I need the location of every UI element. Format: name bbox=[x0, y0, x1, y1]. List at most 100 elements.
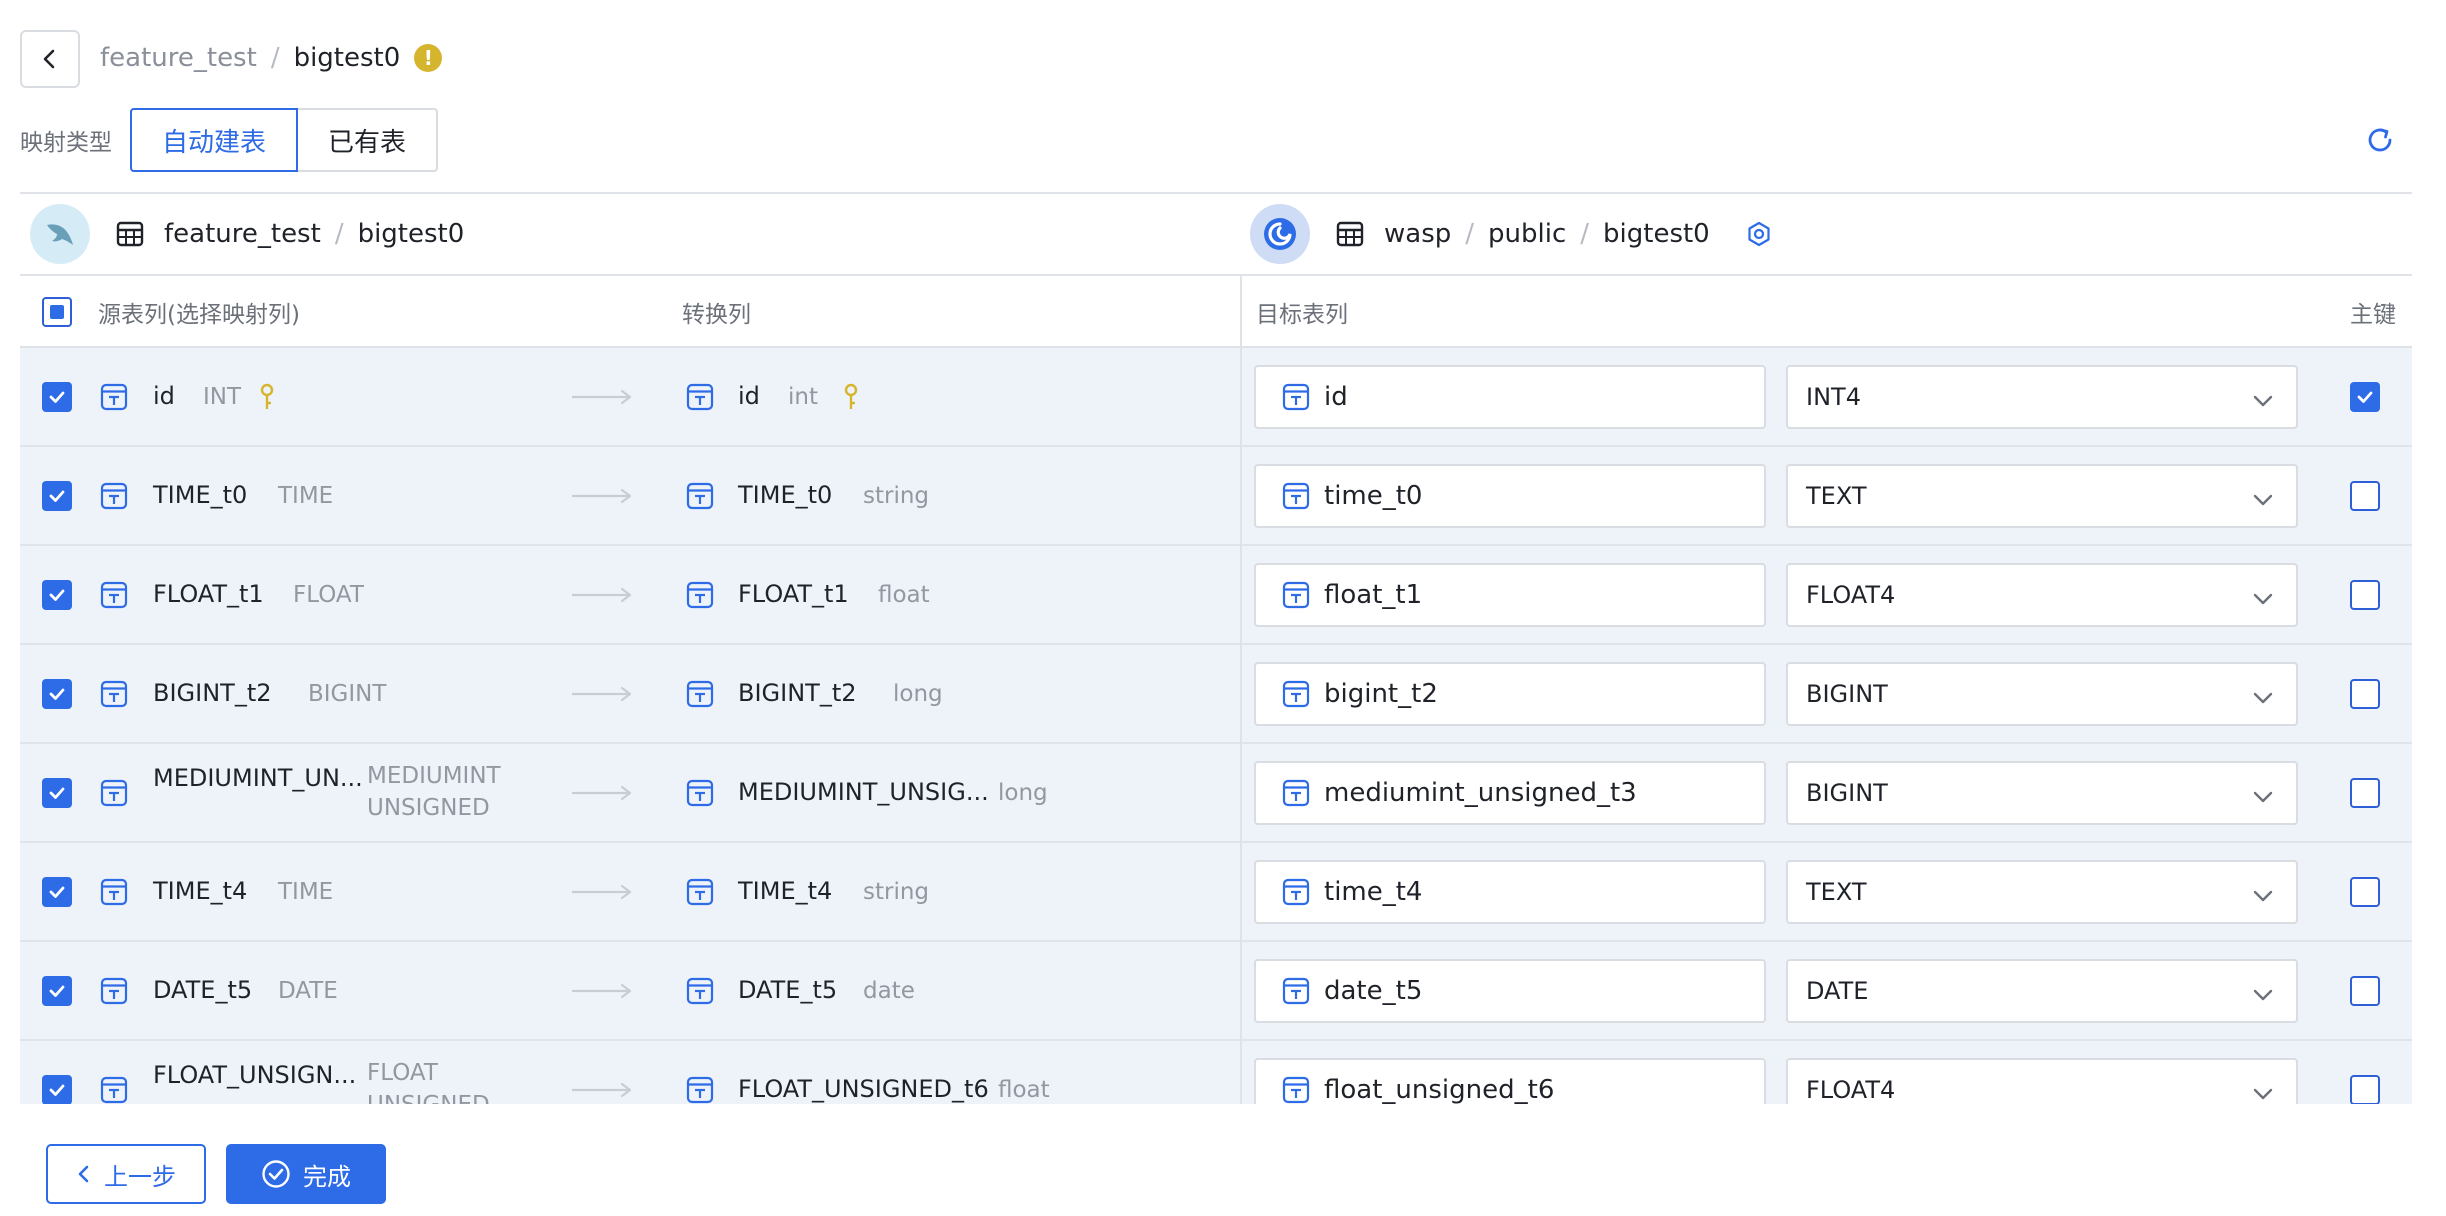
primary-key-checkbox[interactable] bbox=[2350, 778, 2380, 808]
chevron-down-icon bbox=[2253, 494, 2273, 506]
target-column-name-value: float_t1 bbox=[1324, 580, 1423, 610]
target-column-type-select[interactable]: FLOAT4 bbox=[1786, 1058, 2298, 1104]
row-select-checkbox[interactable] bbox=[42, 481, 72, 511]
mapping-type-selector: 自动建表 已有表 bbox=[130, 108, 439, 172]
transform-column-name: FLOAT_UNSIGNED_t6 bbox=[738, 1075, 989, 1103]
back-button[interactable] bbox=[20, 30, 80, 88]
column-header-row: 源表列(选择映射列) 转换列 目标表列 主键 bbox=[20, 276, 2412, 348]
source-column-type: FLOAT bbox=[293, 582, 364, 608]
transform-column-name: MEDIUMINT_UNSIG... bbox=[738, 778, 989, 806]
chevron-down-icon bbox=[2253, 692, 2273, 704]
field-icon bbox=[1282, 680, 1310, 708]
chevron-down-icon bbox=[2252, 1082, 2274, 1104]
target-column-type-select[interactable]: FLOAT4 bbox=[1786, 563, 2298, 627]
mapping-row: FLOAT_t1 FLOAT FLOAT_t1 float float_t1 FLOAT4 bbox=[20, 546, 2412, 645]
transform-column-type: float bbox=[998, 1077, 1050, 1103]
target-column-type-select[interactable]: TEXT bbox=[1786, 464, 2298, 528]
check-icon bbox=[49, 985, 65, 997]
transform-column-type: float bbox=[878, 582, 930, 608]
arrow-right-icon bbox=[572, 686, 632, 702]
previous-step-button[interactable]: 上一步 bbox=[46, 1144, 206, 1204]
target-column-name-input[interactable]: mediumint_unsigned_t3 bbox=[1254, 761, 1766, 825]
source-column-type: TIME bbox=[278, 483, 334, 509]
check-icon bbox=[2357, 391, 2373, 403]
breadcrumb-database[interactable]: feature_test bbox=[100, 43, 257, 73]
select-all-checkbox[interactable] bbox=[42, 297, 72, 327]
row-select-checkbox[interactable] bbox=[42, 580, 72, 610]
settings-icon[interactable] bbox=[1746, 221, 1772, 247]
row-select-checkbox[interactable] bbox=[42, 382, 72, 412]
source-column-type: INT bbox=[203, 384, 242, 410]
transform-column-name: TIME_t0 bbox=[738, 481, 833, 509]
target-column-type-value: DATE bbox=[1806, 977, 1869, 1005]
primary-key-checkbox[interactable] bbox=[2350, 382, 2380, 412]
primary-key-checkbox[interactable] bbox=[2350, 679, 2380, 709]
field-icon bbox=[686, 680, 714, 708]
field-icon bbox=[1282, 878, 1310, 906]
transform-column-type: int bbox=[788, 384, 818, 410]
source-column-type: BIGINT bbox=[308, 681, 387, 707]
chevron-down-icon bbox=[2252, 389, 2274, 417]
source-column-type: TIME bbox=[278, 879, 334, 905]
target-column-type-select[interactable]: BIGINT bbox=[1786, 761, 2298, 825]
target-column-name-value: float_unsigned_t6 bbox=[1324, 1075, 1555, 1104]
source-field-icon bbox=[100, 779, 128, 807]
field-icon bbox=[1282, 680, 1310, 708]
row-select-checkbox[interactable] bbox=[42, 877, 72, 907]
target-column-name-input[interactable]: id bbox=[1254, 365, 1766, 429]
target-column-name-input[interactable]: time_t0 bbox=[1254, 464, 1766, 528]
chevron-down-icon bbox=[2253, 791, 2273, 803]
chevron-down-icon bbox=[2252, 587, 2274, 615]
source-column-name: FLOAT_t1 bbox=[153, 580, 264, 608]
target-column-type-select[interactable]: DATE bbox=[1786, 959, 2298, 1023]
mapping-arrow-icon bbox=[570, 1082, 634, 1102]
primary-key-checkbox[interactable] bbox=[2350, 1075, 2380, 1104]
target-column-name-input[interactable]: time_t4 bbox=[1254, 860, 1766, 924]
field-icon bbox=[1282, 383, 1310, 411]
field-icon bbox=[686, 977, 714, 1005]
refresh-button[interactable] bbox=[2362, 122, 2398, 158]
target-column-type-select[interactable]: INT4 bbox=[1786, 365, 2298, 429]
target-column-type-select[interactable]: BIGINT bbox=[1786, 662, 2298, 726]
field-icon bbox=[1282, 482, 1310, 510]
primary-key-checkbox[interactable] bbox=[2350, 877, 2380, 907]
primary-key-checkbox[interactable] bbox=[2350, 976, 2380, 1006]
row-select-checkbox[interactable] bbox=[42, 1075, 72, 1104]
target-column-name-input[interactable]: float_t1 bbox=[1254, 563, 1766, 627]
target-column-type-value: BIGINT bbox=[1806, 680, 1888, 708]
existing-table-button[interactable]: 已有表 bbox=[298, 108, 439, 172]
field-icon bbox=[686, 878, 714, 906]
target-column-type-value: TEXT bbox=[1806, 878, 1867, 906]
source-column-type: FLOAT bbox=[367, 1060, 438, 1086]
target-column-name-input[interactable]: float_unsigned_t6 bbox=[1254, 1058, 1766, 1104]
field-icon bbox=[100, 878, 128, 906]
warning-icon[interactable]: ! bbox=[414, 44, 443, 72]
source-column-name: id bbox=[153, 382, 175, 410]
target-column-name-value: time_t0 bbox=[1324, 481, 1423, 511]
field-icon bbox=[100, 977, 128, 1005]
path-separator: / bbox=[1580, 219, 1590, 249]
field-icon bbox=[1282, 878, 1310, 906]
row-select-checkbox[interactable] bbox=[42, 976, 72, 1006]
finish-button[interactable]: 完成 bbox=[226, 1144, 386, 1204]
row-select-checkbox[interactable] bbox=[42, 778, 72, 808]
chevron-down-icon bbox=[2252, 884, 2274, 912]
transform-column-name: FLOAT_t1 bbox=[738, 580, 849, 608]
row-select-checkbox[interactable] bbox=[42, 679, 72, 709]
target-column-type-select[interactable]: TEXT bbox=[1786, 860, 2298, 924]
transform-column-name: id bbox=[738, 382, 760, 410]
primary-key-checkbox[interactable] bbox=[2350, 481, 2380, 511]
breadcrumb: feature_test / bigtest0 ! bbox=[100, 38, 443, 78]
source-field-icon bbox=[100, 977, 128, 1005]
target-column-name-input[interactable]: date_t5 bbox=[1254, 959, 1766, 1023]
primary-key-checkbox[interactable] bbox=[2350, 580, 2380, 610]
chevron-down-icon bbox=[2253, 593, 2273, 605]
chevron-down-icon bbox=[2253, 395, 2273, 407]
target-column-type-value: FLOAT4 bbox=[1806, 1076, 1896, 1104]
auto-create-table-button[interactable]: 自动建表 bbox=[130, 108, 299, 172]
breadcrumb-separator: / bbox=[270, 43, 280, 73]
target-column-name-input[interactable]: bigint_t2 bbox=[1254, 662, 1766, 726]
source-table-name: bigtest0 bbox=[357, 219, 465, 249]
transform-column-name: DATE_t5 bbox=[738, 976, 838, 1004]
chevron-down-icon bbox=[2252, 983, 2274, 1011]
